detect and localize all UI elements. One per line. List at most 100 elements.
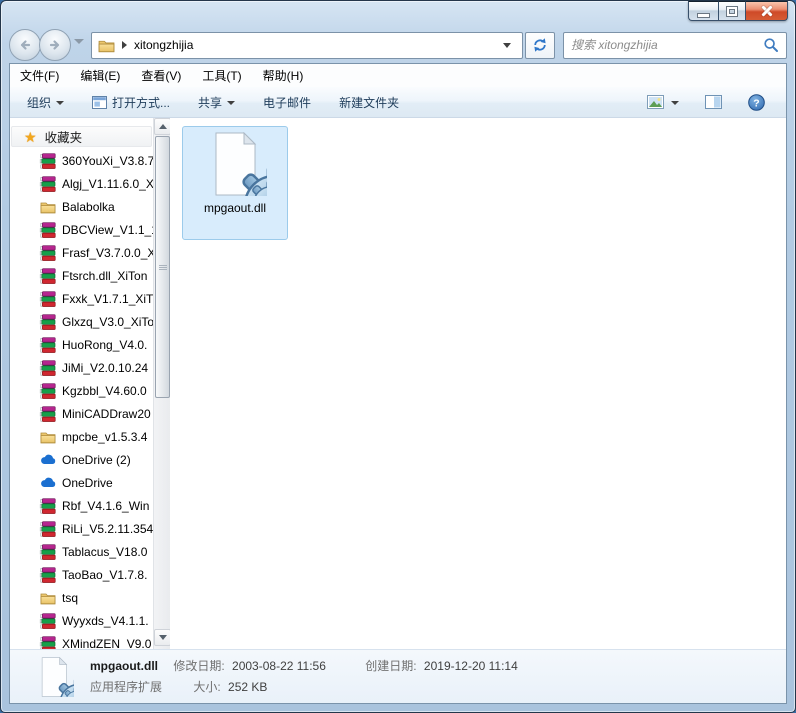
navigation-pane: ★ 收藏夹 360YouXi_V3.8.7 Algj_V1.11.6.0_X Bal…: [10, 118, 170, 649]
sidebar-item-label: Kgzbbl_V4.60.0: [62, 383, 147, 398]
sidebar-item[interactable]: Glxzq_V3.0_XiTo: [10, 310, 153, 333]
search-input[interactable]: [571, 38, 763, 52]
sidebar-item[interactable]: Algj_V1.11.6.0_X: [10, 172, 153, 195]
refresh-button[interactable]: [525, 31, 555, 59]
sidebar-item[interactable]: Rbf_V4.1.6_Win: [10, 494, 153, 517]
search-icon[interactable]: [763, 37, 779, 53]
chevron-down-icon: [56, 100, 65, 105]
sidebar-item-label: Wyyxds_V4.1.1.: [62, 613, 149, 628]
forward-button[interactable]: [39, 29, 71, 61]
sidebar-item[interactable]: Wyyxds_V4.1.1.: [10, 609, 153, 632]
rar-icon: [39, 291, 56, 307]
menu-tools[interactable]: 工具(T): [202, 67, 241, 84]
sidebar-item-label: Tablacus_V18.0: [62, 544, 148, 559]
file-name-label: mpgaout.dll: [203, 201, 267, 215]
preview-pane-button[interactable]: [698, 91, 729, 113]
file-item-selected[interactable]: mpgaout.dll: [182, 126, 288, 240]
favorites-header[interactable]: ★ 收藏夹: [11, 126, 152, 147]
scroll-up-button[interactable]: [154, 118, 170, 135]
recent-pages-dropdown[interactable]: [74, 38, 84, 53]
size-label: 大小:: [193, 679, 221, 694]
sidebar-item-label: DBCView_V1.1_1: [62, 222, 153, 237]
menu-help[interactable]: 帮助(H): [263, 67, 304, 84]
cloud-icon: [39, 475, 56, 491]
sidebar-item-label: XMindZEN_V9.0: [62, 636, 152, 650]
sidebar-item[interactable]: XMindZEN_V9.0: [10, 632, 153, 649]
share-label: 共享: [198, 95, 223, 110]
share-button[interactable]: 共享: [191, 90, 242, 115]
details-row-2: 应用程序扩展 大小: 252 KB: [90, 678, 518, 697]
details-pane: mpgaout.dll 修改日期: 2003-08-22 11:56 创建日期:…: [10, 649, 786, 703]
chevron-down-icon: [671, 100, 679, 105]
close-button[interactable]: [746, 1, 788, 21]
file-list-area[interactable]: mpgaout.dll: [170, 118, 786, 649]
menu-edit[interactable]: 编辑(E): [80, 67, 120, 84]
open-with-label: 打开方式...: [112, 95, 171, 110]
sidebar-item[interactable]: Frasf_V3.7.0.0_X: [10, 241, 153, 264]
details-row-1: mpgaout.dll 修改日期: 2003-08-22 11:56 创建日期:…: [90, 657, 518, 676]
organize-button[interactable]: 组织: [20, 90, 71, 115]
sidebar-item[interactable]: Ftsrch.dll_XiTon: [10, 264, 153, 287]
client-area: 文件(F) 编辑(E) 查看(V) 工具(T) 帮助(H) 组织 打开方式...: [9, 63, 787, 704]
sidebar-item[interactable]: OneDrive (2): [10, 448, 153, 471]
views-button[interactable]: [640, 91, 686, 113]
sidebar-item[interactable]: Fxxk_V1.7.1_XiT: [10, 287, 153, 310]
sidebar-item-label: JiMi_V2.0.10.24: [62, 360, 149, 375]
dll-file-icon-small: [34, 653, 74, 701]
sidebar-item-label: 360YouXi_V3.8.7: [62, 153, 153, 168]
triangle-up-icon: [158, 124, 167, 129]
sidebar-item[interactable]: RiLi_V5.2.11.354: [10, 517, 153, 540]
sidebar-scrollbar[interactable]: [153, 118, 170, 649]
sidebar-item[interactable]: HuoRong_V4.0.: [10, 333, 153, 356]
sidebar-item-label: Balabolka: [62, 199, 115, 214]
search-box: [563, 31, 787, 59]
rar-icon: [39, 360, 56, 376]
refresh-icon: [534, 38, 546, 52]
maximize-button[interactable]: [718, 1, 746, 21]
menu-bar: 文件(F) 编辑(E) 查看(V) 工具(T) 帮助(H): [10, 64, 786, 87]
rar-icon: [39, 383, 56, 399]
sidebar-item[interactable]: TaoBao_V1.7.8.: [10, 563, 153, 586]
rar-icon: [39, 222, 56, 238]
rar-icon: [39, 498, 56, 514]
sidebar-item-label: MiniCADDraw20: [62, 406, 151, 421]
sidebar-item[interactable]: Kgzbbl_V4.60.0: [10, 379, 153, 402]
sidebar-item[interactable]: Tablacus_V18.0: [10, 540, 153, 563]
sidebar-item[interactable]: DBCView_V1.1_1: [10, 218, 153, 241]
rar-icon: [39, 613, 56, 629]
help-icon: ?: [748, 93, 765, 111]
menu-view[interactable]: 查看(V): [141, 67, 181, 84]
back-arrow-icon: [20, 40, 31, 50]
address-bar[interactable]: xitongzhijia: [91, 31, 523, 59]
sidebar-item[interactable]: Balabolka: [10, 195, 153, 218]
sidebar-item[interactable]: 360YouXi_V3.8.7: [10, 149, 153, 172]
menu-file[interactable]: 文件(F): [20, 67, 59, 84]
sidebar-item[interactable]: OneDrive: [10, 471, 153, 494]
open-with-icon: [92, 95, 108, 109]
email-button[interactable]: 电子邮件: [256, 90, 318, 115]
sidebar-item[interactable]: JiMi_V2.0.10.24: [10, 356, 153, 379]
details-file-name: mpgaout.dll: [90, 658, 158, 673]
sidebar-item[interactable]: MiniCADDraw20: [10, 402, 153, 425]
favorites-list: 360YouXi_V3.8.7 Algj_V1.11.6.0_X Balabolka…: [10, 149, 170, 649]
minimize-button[interactable]: [688, 1, 718, 21]
organize-label: 组织: [27, 95, 52, 110]
breadcrumb-folder[interactable]: xitongzhijia: [134, 38, 193, 52]
address-dropdown-icon[interactable]: [503, 42, 511, 48]
file-type: 应用程序扩展: [90, 679, 163, 694]
new-folder-label: 新建文件夹: [339, 95, 400, 110]
scroll-down-button[interactable]: [154, 629, 170, 646]
close-icon: [760, 5, 774, 17]
help-button[interactable]: ?: [741, 90, 772, 115]
sidebar-item[interactable]: mpcbe_v1.5.3.4: [10, 425, 153, 448]
sidebar-item[interactable]: tsq: [10, 586, 153, 609]
rar-icon: [39, 521, 56, 537]
preview-pane-icon: [705, 95, 722, 109]
back-button[interactable]: [9, 29, 41, 61]
new-folder-button[interactable]: 新建文件夹: [332, 90, 406, 115]
minimize-icon: [698, 14, 709, 17]
created-date-value: 2019-12-20 11:14: [423, 658, 518, 673]
open-with-button[interactable]: 打开方式...: [85, 90, 177, 115]
chevron-down-icon: [227, 100, 236, 105]
scrollbar-thumb[interactable]: [155, 136, 170, 398]
